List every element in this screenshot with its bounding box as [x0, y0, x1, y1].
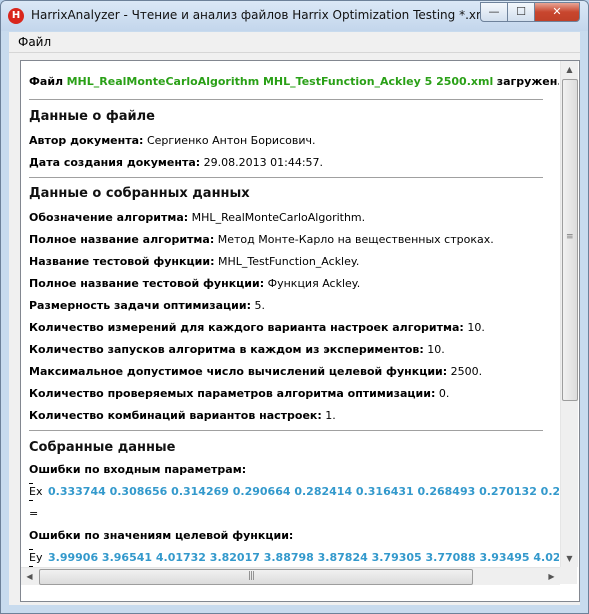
ey-label: Ошибки по значениям целевой функции: [29, 529, 294, 542]
close-button[interactable]: ✕ [534, 2, 580, 22]
info-row: Обозначение алгоритма: MHL_RealMonteCarl… [29, 211, 366, 224]
info-row: Размерность задачи оптимизации: 5. [29, 299, 265, 312]
ey-symbol: Ey [29, 549, 42, 567]
menu-file[interactable]: Файл [18, 35, 51, 49]
vertical-scrollbar[interactable]: ▲ ≡ ▼ [560, 61, 578, 567]
info-row: Название тестовой функции: MHL_TestFunct… [29, 255, 360, 268]
report-content: Файл MHL_RealMonteCarloAlgorithm MHL_Tes… [29, 61, 559, 567]
report-viewer: Файл MHL_RealMonteCarloAlgorithm MHL_Tes… [20, 60, 580, 602]
ex-symbol: Ex [29, 483, 42, 501]
app-icon: H [8, 8, 24, 24]
info-row: Количество комбинаций вариантов настроек… [29, 409, 336, 422]
info-row: Количество запусков алгоритма в каждом и… [29, 343, 445, 356]
divider [29, 177, 543, 178]
ex-values: 0.333744 0.308656 0.314269 0.290664 0.28… [48, 485, 559, 498]
scroll-corner [560, 567, 577, 584]
vertical-scroll-thumb[interactable]: ≡ [562, 79, 578, 401]
maximize-button[interactable]: ☐ [507, 2, 535, 22]
info-row: Количество проверяемых параметров алгори… [29, 387, 450, 400]
author-row: Автор документа: Сергиенко Антон Борисов… [29, 134, 316, 147]
ex-label: Ошибки по входным параметрам: [29, 463, 247, 476]
ey-values: 3.99906 3.96541 4.01732 3.82017 3.88798 … [48, 551, 559, 564]
grip-icon: ≡ [566, 232, 573, 242]
info-row: Полное название тестовой функции: Функци… [29, 277, 361, 290]
data-section-title: Собранные данные [29, 440, 176, 455]
loaded-message: Файл MHL_RealMonteCarloAlgorithm MHL_Tes… [29, 75, 559, 88]
scroll-right-arrow-icon[interactable]: ▶ [543, 568, 560, 585]
info-row: Количество измерений для каждого вариант… [29, 321, 485, 334]
horizontal-scrollbar[interactable]: ◀ ||| ▶ [21, 567, 560, 585]
divider [29, 430, 543, 431]
main-window: H HarrixAnalyzer - Чтение и анализ файло… [0, 0, 589, 614]
minimize-button[interactable]: — [480, 2, 508, 22]
matrix-bracket [29, 549, 33, 567]
file-section-title: Данные о файле [29, 109, 155, 124]
title-bar[interactable]: H HarrixAnalyzer - Чтение и анализ файло… [1, 1, 588, 31]
grip-icon: ||| [248, 571, 255, 581]
divider [29, 99, 543, 100]
scroll-left-arrow-icon[interactable]: ◀ [21, 568, 38, 585]
window-title: HarrixAnalyzer - Чтение и анализ файлов … [31, 8, 492, 22]
collected-section-title: Данные о собранных данных [29, 186, 250, 201]
info-row: Максимальное допустимое число вычислений… [29, 365, 483, 378]
equals-sign: = [29, 507, 39, 520]
menu-bar: Файл [9, 32, 580, 53]
scroll-up-arrow-icon[interactable]: ▲ [561, 61, 578, 78]
client-area: Файл MHL_RealMonteCarloAlgorithm MHL_Tes… [9, 53, 580, 605]
matrix-bracket [29, 483, 33, 501]
horizontal-scroll-thumb[interactable]: ||| [39, 569, 473, 585]
loaded-filename: MHL_RealMonteCarloAlgorithm MHL_TestFunc… [66, 75, 494, 88]
info-row: Полное название алгоритма: Метод Монте-К… [29, 233, 494, 246]
scroll-down-arrow-icon[interactable]: ▼ [561, 550, 578, 567]
date-row: Дата создания документа: 29.08.2013 01:4… [29, 156, 324, 169]
